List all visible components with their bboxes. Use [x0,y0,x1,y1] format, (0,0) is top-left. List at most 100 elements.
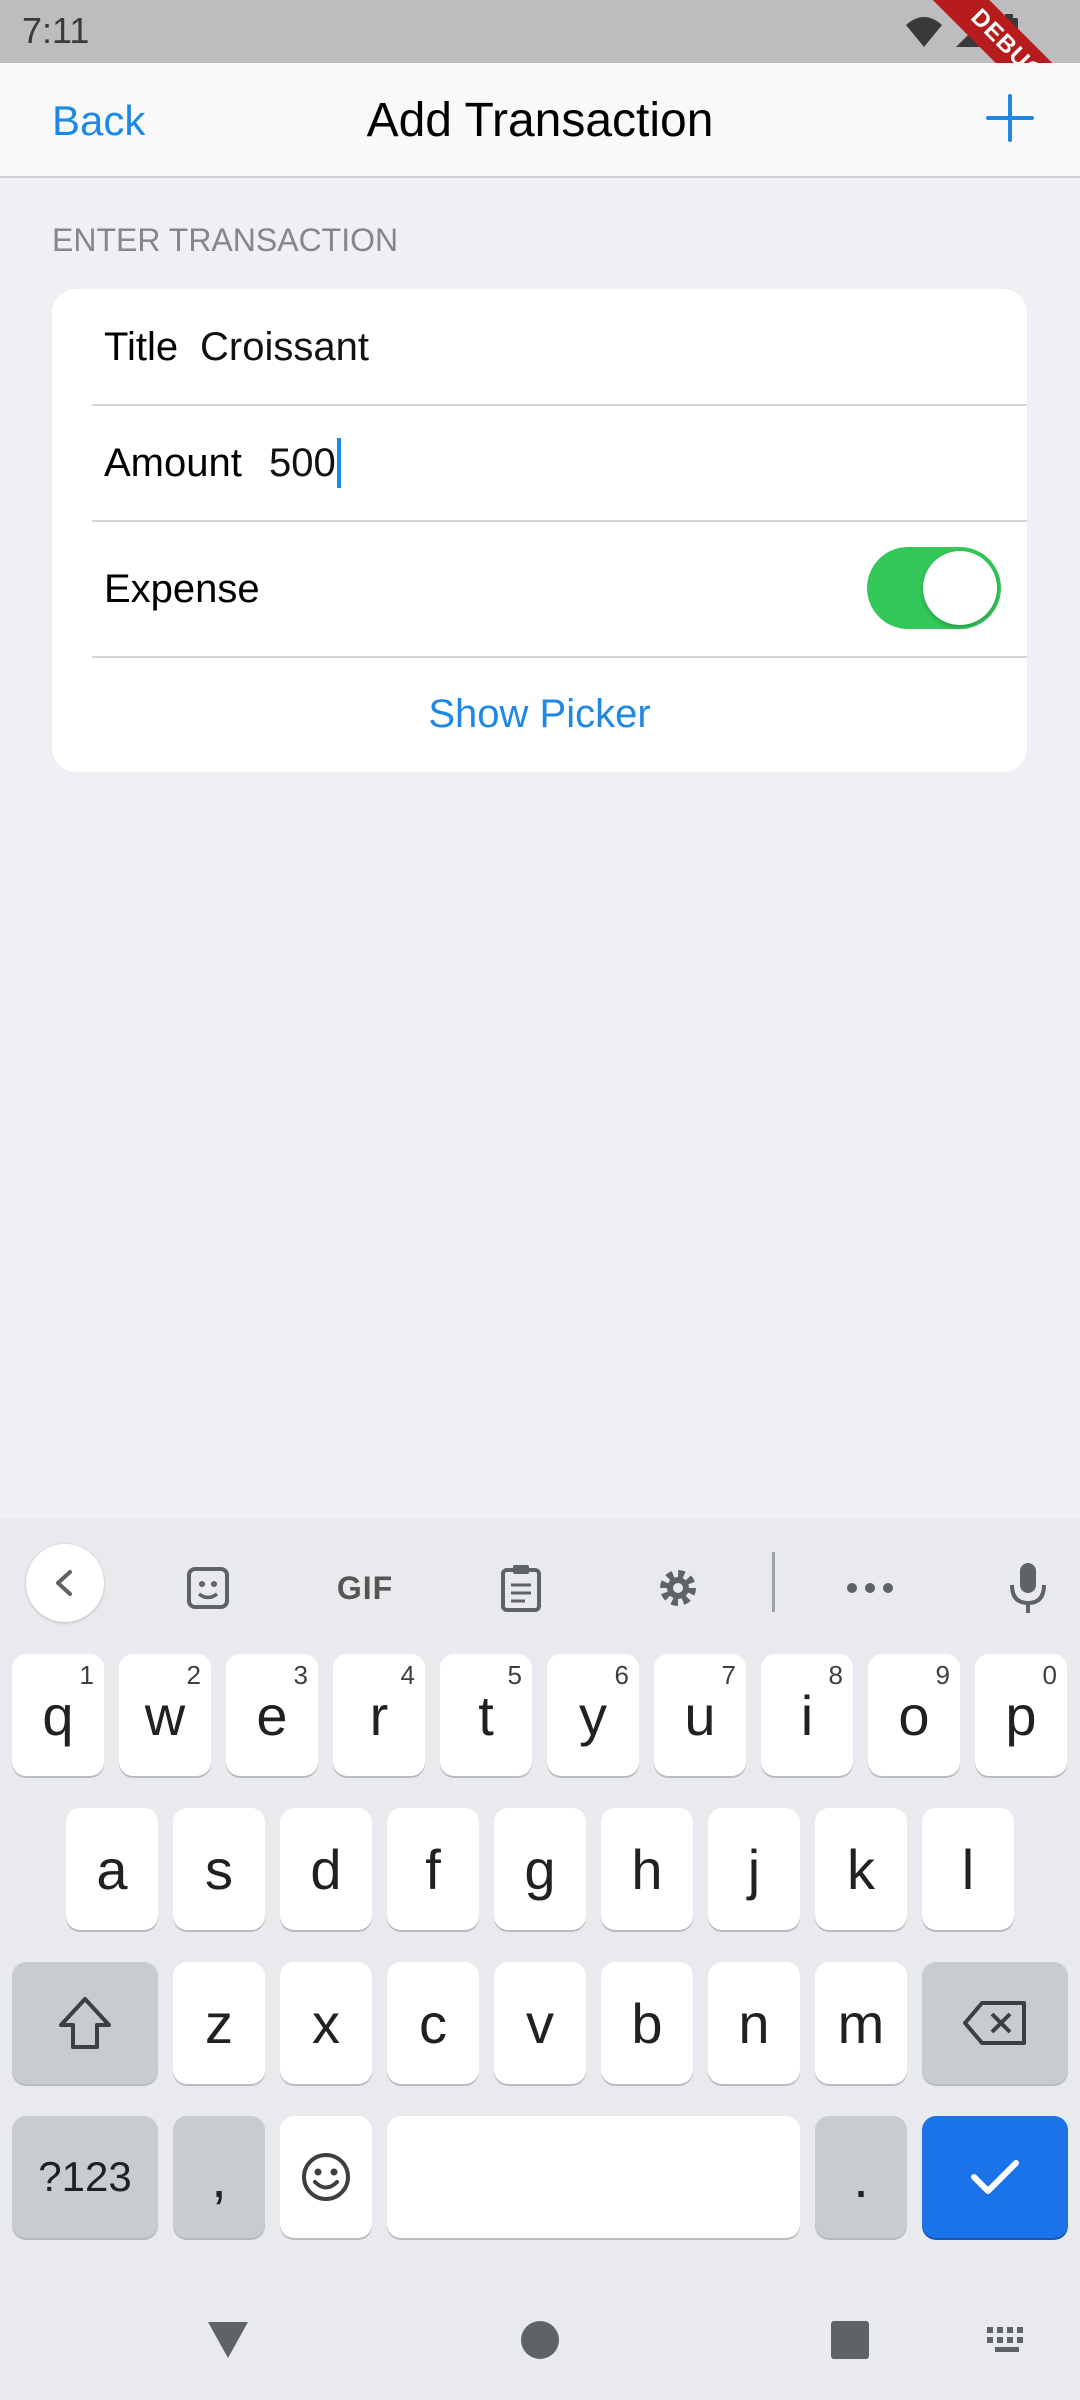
backspace-key[interactable] [922,1962,1068,2084]
recents-nav-button[interactable] [820,2310,880,2370]
key-j[interactable]: j [708,1808,800,1930]
show-picker-button[interactable]: Show Picker [428,692,650,737]
settings-button[interactable] [638,1548,718,1628]
key-number-hint: 8 [828,1660,843,1690]
gear-icon [660,1570,696,1606]
key-e[interactable]: e3 [226,1654,318,1776]
key-label: r [369,1683,389,1747]
add-button[interactable] [980,88,1040,148]
toolbar-divider [772,1552,775,1612]
key-c[interactable]: c [387,1962,479,2084]
keyboard-switch-button[interactable] [978,2310,1038,2370]
comma-key[interactable]: , [173,2116,265,2238]
keyboard-toolbar: GIF [0,1518,1080,1648]
page-title: Add Transaction [366,94,714,147]
section-header: ENTER TRANSACTION [52,222,399,258]
key-label: e [256,1683,288,1747]
key-b[interactable]: b [601,1962,693,2084]
key-o[interactable]: o9 [868,1654,960,1776]
gif-button[interactable]: GIF [323,1548,407,1628]
backspace-icon [963,2001,1026,2045]
status-time: 7:11 [22,10,90,51]
status-bar: 7:11 DEBUG [0,0,1080,149]
picker-row: Show Picker [52,657,1027,772]
key-v[interactable]: v [494,1962,586,2084]
period-key[interactable]: . [815,2116,907,2238]
key-a[interactable]: a [66,1808,158,1930]
amount-input[interactable]: 500 [269,438,341,488]
key-label: p [1005,1683,1037,1747]
triangle-down-icon [208,2322,248,2358]
amount-field[interactable]: Amount 500 [52,405,1027,521]
space-key[interactable] [387,2116,800,2238]
key-y[interactable]: y6 [547,1654,639,1776]
shift-key[interactable] [12,1962,158,2084]
key-number-hint: 0 [1042,1660,1057,1690]
key-i[interactable]: i8 [761,1654,853,1776]
key-number-hint: 6 [614,1660,629,1690]
transaction-form: Title Croissant Amount 500 Expense Show … [52,289,1027,772]
done-key[interactable] [922,2116,1068,2238]
key-number-hint: 2 [186,1660,201,1690]
plus-icon [986,94,1034,142]
key-number-hint: 4 [400,1660,415,1690]
expense-toggle[interactable] [867,547,1001,629]
key-label: q [42,1683,74,1747]
voice-input-button[interactable] [988,1548,1068,1628]
key-number-hint: 5 [507,1660,522,1690]
key-number-hint: 1 [79,1660,94,1690]
key-m[interactable]: m [815,1962,907,2084]
chevron-left-icon [56,1570,72,1596]
sticker-icon [187,1567,229,1609]
key-u[interactable]: u7 [654,1654,746,1776]
key-g[interactable]: g [494,1808,586,1930]
key-h[interactable]: h [601,1808,693,1930]
gif-label: GIF [336,1569,394,1606]
microphone-icon [1010,1563,1046,1613]
back-nav-button[interactable] [198,2310,258,2370]
key-t[interactable]: t5 [440,1654,532,1776]
key-d[interactable]: d [280,1808,372,1930]
expense-row: Expense [52,521,1027,657]
key-number-hint: 9 [935,1660,950,1690]
clipboard-button[interactable] [481,1548,561,1628]
key-n[interactable]: n [708,1962,800,2084]
navigation-bar: Back Add Transaction [0,63,1080,178]
checkmark-icon [971,2160,1019,2194]
key-label: t [478,1683,494,1747]
sticker-button[interactable] [168,1548,248,1628]
emoji-icon [302,2153,350,2201]
title-field[interactable]: Title Croissant [52,289,1027,405]
soft-keyboard: GIF q1 w2 e3 r4 t5 y6 u7 i8 o9 p0 a s d … [0,1518,1080,2280]
key-r[interactable]: r4 [333,1654,425,1776]
more-horizontal-icon [847,1583,893,1593]
home-circle-icon [521,2321,559,2359]
key-label: w [144,1683,186,1747]
key-x[interactable]: x [280,1962,372,2084]
shift-icon [59,1997,111,2049]
symbols-key[interactable]: ?123 [12,2116,158,2238]
key-k[interactable]: k [815,1808,907,1930]
keyboard-icon [987,2327,1023,2352]
square-icon [831,2321,869,2359]
key-z[interactable]: z [173,1962,265,2084]
expense-label: Expense [104,566,260,611]
key-f[interactable]: f [387,1808,479,1930]
key-label: u [684,1683,716,1747]
key-w[interactable]: w2 [119,1654,211,1776]
key-l[interactable]: l [922,1808,1014,1930]
key-s[interactable]: s [173,1808,265,1930]
emoji-key[interactable] [280,2116,372,2238]
text-cursor [336,438,341,488]
toggle-knob [923,551,997,625]
home-nav-button[interactable] [510,2310,570,2370]
key-p[interactable]: p0 [975,1654,1067,1776]
more-options-button[interactable] [830,1548,910,1628]
title-input[interactable]: Croissant [200,325,369,370]
key-number-hint: 3 [293,1660,308,1690]
clipboard-icon [501,1565,541,1612]
key-q[interactable]: q1 [12,1654,104,1776]
back-button[interactable]: Back [52,97,145,145]
keyboard-back-button[interactable] [26,1544,104,1622]
title-label: Title [104,324,179,369]
